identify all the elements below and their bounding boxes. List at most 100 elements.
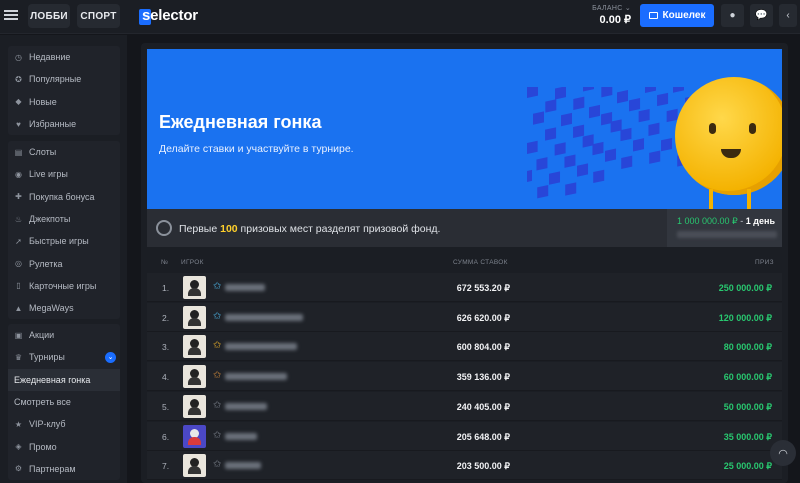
support-button[interactable]: ◠	[770, 440, 796, 466]
sidebar-item-покупка-бонуса[interactable]: ✚ Покупка бонуса	[8, 186, 120, 208]
balance-value: 0.00 ₽	[599, 14, 631, 26]
sidebar-item-карточные-игры[interactable]: ▯ Карточные игры	[8, 275, 120, 297]
sidebar-item-label: Недавние	[29, 52, 71, 63]
coin-mascot	[675, 77, 782, 195]
sidebar-item-быстрые-игры[interactable]: ➚ Быстрые игры	[8, 230, 120, 252]
rank-star-icon: ✩	[213, 399, 222, 411]
sidebar-group-categories: ▤ Слоты ◉ Live игры ✚ Покупка бонуса ♨ Джекпоты…	[8, 141, 120, 320]
logo[interactable]: selector	[139, 4, 198, 26]
avatar	[183, 365, 206, 389]
sidebar-item-рулетка[interactable]: ◎ Рулетка	[8, 252, 120, 274]
tab-sport[interactable]: СПОРТ	[77, 4, 120, 28]
rank-star-icon: ✩	[213, 370, 222, 382]
banner-subtitle: Делайте ставки и участвуйте в турнире.	[159, 143, 354, 155]
collapse-button[interactable]: ‹	[779, 4, 797, 27]
sidebar-item-недавние[interactable]: ◷ Недавние	[8, 46, 120, 68]
promo-icon: ◈	[15, 442, 22, 452]
roulette-icon: ◎	[15, 259, 22, 269]
wallet-button[interactable]: Кошелек	[640, 4, 714, 27]
chevron-down-icon[interactable]: ⌄	[105, 351, 116, 363]
heart-icon: ♥	[16, 119, 21, 129]
profile-button[interactable]: ●	[721, 4, 744, 27]
table-row: 7. ✩ 203 500.00 ₽ 25 000.00 ₽	[147, 451, 782, 481]
megaways-icon: ▲	[14, 303, 23, 313]
bet-amount: 600 804.00 ₽	[456, 342, 510, 353]
banner-title: Ежедневная гонка	[159, 112, 322, 132]
sidebar-item-слоты[interactable]: ▤ Слоты	[8, 141, 120, 163]
sidebar-item-label: Партнерам	[29, 463, 76, 474]
blurred-player-name	[225, 313, 303, 321]
sidebar-item-label: Слоты	[29, 147, 57, 158]
bonus-icon: ✚	[15, 192, 22, 202]
flame-icon: ♨	[14, 214, 23, 224]
balance-label: БАЛАНС ⌄	[592, 5, 631, 12]
bet-amount: 203 500.00 ₽	[456, 461, 510, 472]
sidebar-item-смотреть-все[interactable]: Смотреть все	[8, 391, 120, 413]
blurred-player-name	[225, 462, 261, 470]
sidebar-item-джекпоты[interactable]: ♨ Джекпоты	[8, 208, 120, 230]
menu-icon[interactable]	[4, 8, 18, 22]
chat-button[interactable]: 💬	[750, 4, 773, 27]
prize-amount: 50 000.00 ₽	[723, 401, 772, 412]
rank-star-icon: ✩	[213, 459, 222, 471]
clock-icon: ◷	[15, 52, 22, 62]
sidebar-item-турниры[interactable]: ♛ Турниры ⌄	[8, 346, 120, 368]
sidebar-item-label: Новые	[29, 96, 57, 107]
header-player: ИГРОК	[181, 259, 204, 266]
prize-amount: 80 000.00 ₽	[723, 342, 772, 353]
trophy-icon: ♛	[14, 352, 23, 362]
header-num: №	[161, 259, 169, 266]
sidebar-item-label: Смотреть все	[14, 397, 71, 408]
table-row: 2. ✩ 626 620.00 ₽ 120 000.00 ₽	[147, 302, 782, 332]
sidebar-item-акции[interactable]: ▣ Акции	[8, 324, 120, 346]
sidebar-item-label: Покупка бонуса	[29, 191, 95, 202]
blurred-player-name	[225, 284, 265, 291]
avatar	[183, 276, 206, 299]
sidebar-item-label: Акции	[29, 330, 55, 341]
user-icon: ●	[729, 10, 736, 21]
tab-lobby[interactable]: ЛОББИ	[28, 4, 70, 28]
header-bets: СУММА СТАВОК	[453, 259, 508, 266]
sidebar-item-партнерам[interactable]: ⚙ Партнерам	[8, 458, 120, 480]
sidebar-item-label: Быстрые игры	[29, 236, 89, 247]
sidebar-item-vip-клуб[interactable]: ★ VIP-клуб	[8, 413, 120, 435]
balance[interactable]: БАЛАНС ⌄ 0.00 ₽	[585, 4, 631, 26]
row-rank: 6.	[162, 431, 170, 442]
row-rank: 5.	[162, 401, 170, 412]
sidebar-item-label: Джекпоты	[29, 214, 71, 225]
sidebar-item-избранные[interactable]: ♥ Избранные	[8, 113, 120, 135]
row-rank: 1.	[162, 283, 170, 293]
table-row: 1. ✩ 672 553.20 ₽ 250 000.00 ₽	[147, 273, 782, 302]
star-icon: ✪	[15, 74, 22, 84]
sidebar-item-label: Live игры	[29, 169, 68, 180]
slots-icon: ▤	[14, 147, 23, 157]
sidebar-item-label: Промо	[29, 441, 57, 452]
row-rank: 2.	[162, 312, 170, 323]
cards-icon: ▯	[16, 281, 21, 291]
gift-icon: ▣	[14, 330, 23, 340]
wallet-icon	[648, 12, 658, 19]
sidebar-item-megaways[interactable]: ▲ MegaWays	[8, 297, 120, 319]
sidebar-item-промо[interactable]: ◈ Промо	[8, 435, 120, 457]
blurred-player-name	[225, 432, 257, 440]
sidebar-item-live-игры[interactable]: ◉ Live игры	[8, 163, 120, 185]
sidebar-item-ежедневная-гонка[interactable]: Ежедневная гонка	[8, 368, 120, 391]
sidebar-item-популярные[interactable]: ✪ Популярные	[8, 68, 120, 90]
table-row: 3. ✩ 600 804.00 ₽ 80 000.00 ₽	[147, 332, 782, 362]
prize-amount: 35 000.00 ₽	[723, 431, 772, 442]
avatar	[183, 394, 206, 418]
bet-amount: 626 620.00 ₽	[456, 312, 510, 323]
table-row: 5. ✩ 240 405.00 ₽ 50 000.00 ₽	[147, 391, 782, 421]
row-rank: 7.	[162, 461, 170, 472]
prize-fund: 1 000 000.00 ₽ - 1 день	[677, 216, 775, 226]
avatar	[183, 424, 206, 448]
sidebar-item-новые[interactable]: ◆ Новые	[8, 91, 120, 113]
timer-icon	[156, 220, 172, 236]
sidebar-item-label: Рулетка	[29, 258, 63, 269]
partners-icon: ⚙	[14, 464, 23, 474]
table-row: 4. ✩ 359 136.00 ₽ 60 000.00 ₽	[147, 362, 782, 392]
rank-star-icon: ✩	[213, 429, 222, 441]
rank-star-icon: ✩	[213, 340, 222, 352]
sidebar-item-label: Ежедневная гонка	[14, 374, 91, 385]
table-row: 6. ✩ 205 648.00 ₽ 35 000.00 ₽	[147, 421, 782, 451]
